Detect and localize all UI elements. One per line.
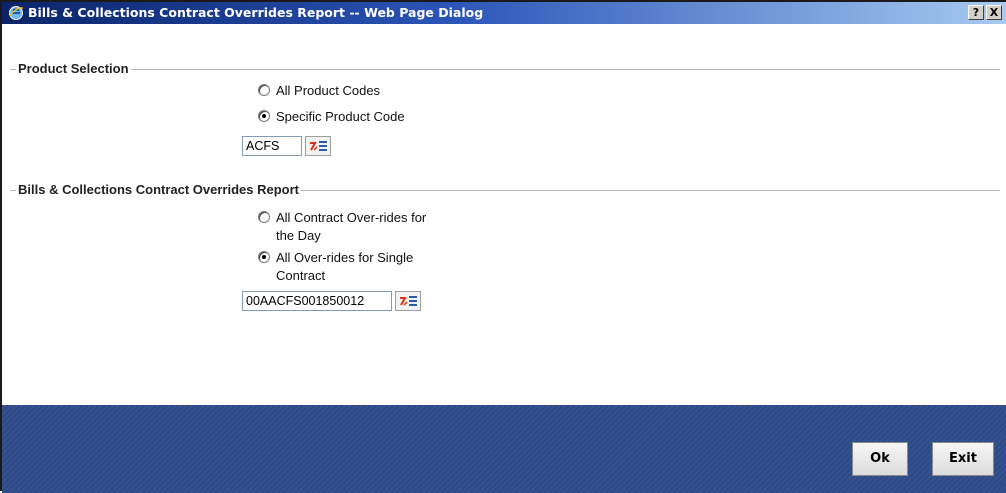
label-line-2: the Day <box>276 228 321 243</box>
specific-product-code-option[interactable]: Specific Product Code <box>258 108 405 126</box>
specific-product-code-radio[interactable] <box>258 110 270 122</box>
internet-explorer-icon <box>9 6 24 20</box>
overrides-report-title: Bills & Collections Contract Overrides R… <box>16 182 302 197</box>
all-product-codes-radio[interactable] <box>258 84 270 96</box>
specific-product-code-label: Specific Product Code <box>276 109 405 124</box>
all-contract-overrides-label: All Contract Over-rides for the Day <box>276 209 426 245</box>
contract-reference-lov-button[interactable] <box>395 291 421 311</box>
window-title: Bills & Collections Contract Overrides R… <box>28 5 484 20</box>
dialog-window: Bills & Collections Contract Overrides R… <box>0 0 1006 493</box>
exit-button[interactable]: Exit <box>932 442 994 476</box>
section-divider <box>10 69 1000 70</box>
all-contract-overrides-option[interactable]: All Contract Over-rides for the Day <box>258 209 426 245</box>
label-line-2: Contract <box>276 268 326 283</box>
ok-button[interactable]: Ok <box>852 442 908 476</box>
single-contract-overrides-label: All Over-rides for Single Contract <box>276 249 413 285</box>
help-button[interactable]: ? <box>968 5 984 20</box>
all-product-codes-option[interactable]: All Product Codes <box>258 82 380 100</box>
contract-reference-input[interactable] <box>242 291 392 311</box>
list-of-values-icon <box>400 296 417 306</box>
label-line-1: All Contract Over-rides for <box>276 210 427 225</box>
label-line-1: All Over-rides for Single <box>276 250 414 265</box>
title-bar: Bills & Collections Contract Overrides R… <box>2 2 1006 24</box>
list-of-values-icon <box>310 141 327 151</box>
close-button[interactable]: X <box>986 5 1002 20</box>
all-product-codes-label: All Product Codes <box>276 83 381 98</box>
all-contract-overrides-radio[interactable] <box>258 211 270 223</box>
product-code-input[interactable] <box>242 136 302 156</box>
single-contract-overrides-option[interactable]: All Over-rides for Single Contract <box>258 249 413 285</box>
single-contract-overrides-radio[interactable] <box>258 251 270 263</box>
product-selection-title: Product Selection <box>16 61 131 76</box>
product-code-lov-button[interactable] <box>305 136 331 156</box>
